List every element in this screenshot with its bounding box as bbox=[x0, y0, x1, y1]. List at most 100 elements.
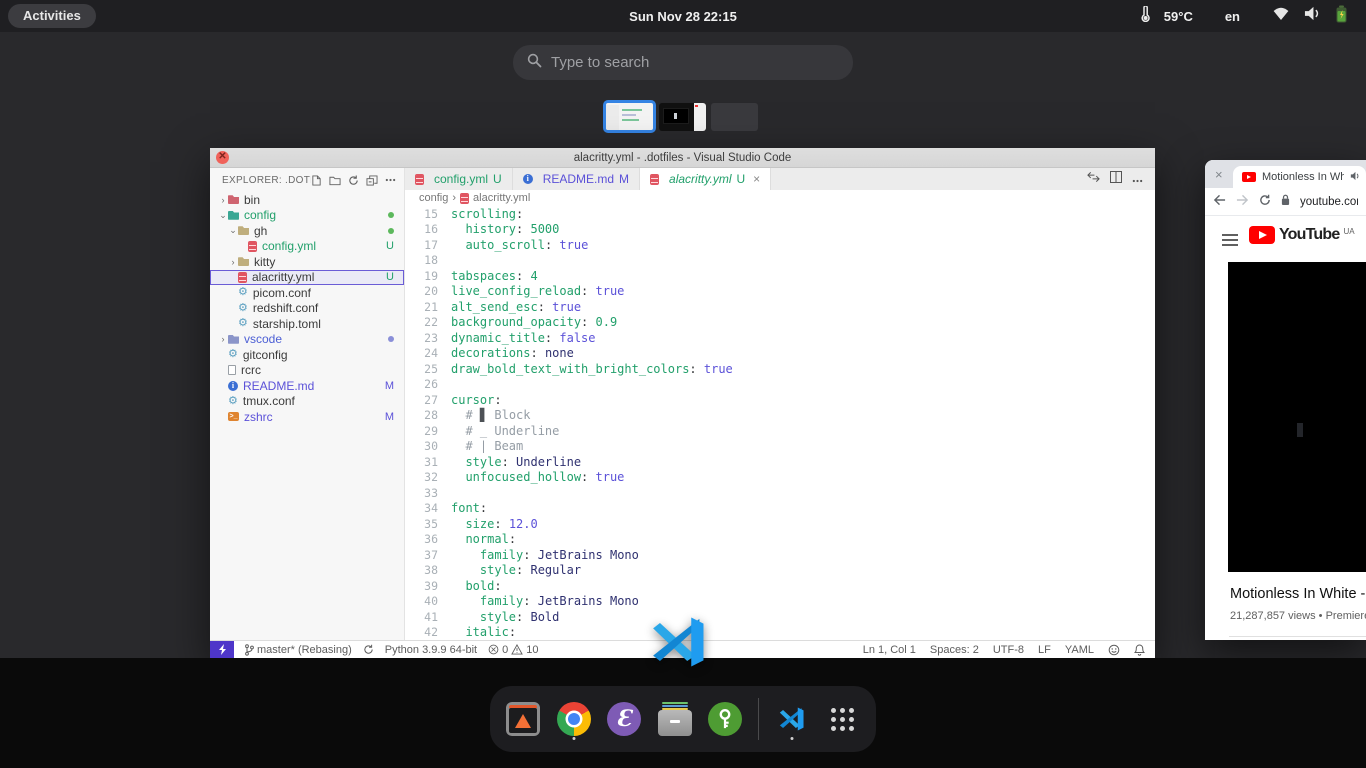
code-line: 15scrolling: bbox=[405, 206, 1155, 222]
tree-item-picom.conf[interactable]: ⚙picom.conf bbox=[210, 285, 404, 301]
dock-item-alacritty[interactable] bbox=[506, 697, 540, 741]
tree-item-gh[interactable]: ⌄gh bbox=[210, 223, 404, 239]
tree-item-alacritty.yml[interactable]: alacritty.ymlU bbox=[210, 270, 404, 286]
tree-item-tmux.conf[interactable]: ⚙tmux.conf bbox=[210, 394, 404, 410]
tree-item-zshrc[interactable]: >_zshrcM bbox=[210, 409, 404, 425]
close-tab-icon[interactable]: × bbox=[753, 172, 760, 186]
code-text: dynamic_title: false bbox=[451, 331, 596, 345]
code-line: 35 size: 12.0 bbox=[405, 516, 1155, 532]
lock-icon[interactable] bbox=[1281, 193, 1290, 211]
breadcrumb-file[interactable]: alacritty.yml bbox=[473, 192, 530, 204]
refresh-icon[interactable] bbox=[348, 175, 359, 186]
line-number: 32 bbox=[405, 470, 451, 484]
code-line: 36 normal: bbox=[405, 532, 1155, 548]
warning-icon bbox=[511, 644, 523, 655]
tab-README.md[interactable]: iREADME.mdM bbox=[513, 168, 640, 190]
git-branch-status[interactable]: master* (Rebasing) bbox=[245, 644, 352, 656]
tree-item-starship.toml[interactable]: ⚙starship.toml bbox=[210, 316, 404, 332]
hamburger-menu-icon[interactable] bbox=[1222, 234, 1238, 246]
code-editor[interactable]: 15scrolling:16 history: 500017 auto_scro… bbox=[405, 206, 1155, 640]
tab-label: alacritty.yml bbox=[669, 172, 731, 186]
more-actions-icon[interactable] bbox=[385, 178, 396, 182]
code-text: font: bbox=[451, 501, 487, 515]
browser-tab[interactable]: Motionless In White - / bbox=[1233, 166, 1366, 188]
git-status-badge: M bbox=[385, 380, 394, 392]
code-text: tabspaces: 4 bbox=[451, 269, 538, 283]
chevron-right-icon: › bbox=[218, 195, 228, 205]
line-number: 31 bbox=[405, 455, 451, 469]
tree-item-config[interactable]: ⌄config bbox=[210, 208, 404, 224]
workspace-thumb-decoration bbox=[622, 119, 639, 121]
youtube-logo[interactable]: YouTube UA bbox=[1249, 226, 1355, 244]
chrome-tabstrip: × Motionless In White - / bbox=[1205, 160, 1366, 188]
new-file-icon[interactable] bbox=[311, 175, 322, 186]
tree-item-README.md[interactable]: iREADME.mdM bbox=[210, 378, 404, 394]
forward-icon[interactable] bbox=[1236, 193, 1249, 211]
code-line: 39 bold: bbox=[405, 578, 1155, 594]
gear-icon: ⚙ bbox=[238, 287, 248, 298]
system-tray[interactable]: 59°C en bbox=[1140, 0, 1348, 32]
python-interpreter[interactable]: Python 3.9.9 64-bit bbox=[385, 644, 477, 656]
remote-indicator[interactable] bbox=[210, 641, 234, 658]
indentation-status[interactable]: Spaces: 2 bbox=[930, 644, 979, 656]
vscode-titlebar[interactable]: ✕ alacritty.yml - .dotfiles - Visual Stu… bbox=[210, 148, 1155, 168]
line-number: 21 bbox=[405, 300, 451, 314]
code-text: style: Underline bbox=[451, 455, 581, 469]
dock-item-app-grid[interactable] bbox=[826, 697, 860, 741]
tab-config.yml[interactable]: config.ymlU bbox=[405, 168, 513, 190]
problems-status[interactable]: 0 10 bbox=[488, 644, 538, 656]
dock-item-files[interactable] bbox=[657, 697, 691, 741]
workspace-thumbnail-active[interactable] bbox=[603, 100, 656, 133]
code-line: 30 # | Beam bbox=[405, 439, 1155, 455]
code-text: # ▋ Block bbox=[451, 408, 531, 422]
bell-icon[interactable] bbox=[1134, 644, 1145, 656]
dock-item-emacs[interactable]: Ɛ bbox=[607, 697, 641, 741]
breadcrumb-folder[interactable]: config bbox=[419, 192, 448, 204]
tree-item-vscode[interactable]: ›vscode bbox=[210, 332, 404, 348]
dock-item-chrome[interactable] bbox=[556, 697, 590, 741]
tree-item-rcrc[interactable]: rcrc bbox=[210, 363, 404, 379]
feedback-icon[interactable] bbox=[1108, 644, 1120, 656]
code-text: scrolling: bbox=[451, 207, 523, 221]
gear-icon: ⚙ bbox=[238, 318, 248, 329]
tab-close-icon[interactable]: × bbox=[1215, 167, 1223, 182]
open-changes-icon[interactable] bbox=[1087, 170, 1100, 188]
line-number: 25 bbox=[405, 362, 451, 376]
language-mode[interactable]: YAML bbox=[1065, 644, 1094, 656]
code-line: 37 family: JetBrains Mono bbox=[405, 547, 1155, 563]
tree-item-config.yml[interactable]: config.ymlU bbox=[210, 239, 404, 255]
cursor-position[interactable]: Ln 1, Col 1 bbox=[863, 644, 916, 656]
code-line: 24decorations: none bbox=[405, 346, 1155, 362]
chevron-right-icon: › bbox=[228, 257, 238, 267]
tab-audio-icon[interactable] bbox=[1350, 168, 1360, 186]
address-bar[interactable]: youtube.com/wa bbox=[1300, 196, 1358, 208]
new-folder-icon[interactable] bbox=[329, 175, 341, 186]
search-input[interactable]: Type to search bbox=[513, 45, 853, 80]
tree-item-bin[interactable]: ›bin bbox=[210, 192, 404, 208]
window-close-button[interactable]: ✕ bbox=[216, 151, 229, 164]
code-line: 27cursor: bbox=[405, 392, 1155, 408]
dock-item-keepassxc[interactable] bbox=[708, 697, 742, 741]
collapse-folders-icon[interactable] bbox=[366, 175, 378, 186]
video-player[interactable] bbox=[1228, 262, 1366, 572]
keyboard-layout[interactable]: en bbox=[1225, 9, 1240, 24]
workspace-thumbnail-3[interactable] bbox=[711, 103, 758, 131]
reload-icon[interactable] bbox=[1259, 193, 1271, 211]
code-line: 16 history: 5000 bbox=[405, 222, 1155, 238]
sync-icon[interactable] bbox=[363, 644, 374, 655]
dock-item-vscode[interactable] bbox=[775, 697, 809, 741]
more-actions-icon[interactable] bbox=[1132, 170, 1143, 188]
breadcrumb[interactable]: config › alacritty.yml bbox=[405, 190, 1155, 206]
workspace-thumbnail-2[interactable] bbox=[659, 103, 706, 131]
line-number: 22 bbox=[405, 315, 451, 329]
encoding-status[interactable]: UTF-8 bbox=[993, 644, 1024, 656]
back-icon[interactable] bbox=[1213, 193, 1226, 211]
tree-item-kitty[interactable]: ›kitty bbox=[210, 254, 404, 270]
split-editor-icon[interactable] bbox=[1110, 170, 1122, 188]
tree-item-redshift.conf[interactable]: ⚙redshift.conf bbox=[210, 301, 404, 317]
git-status-badge: U bbox=[386, 240, 394, 252]
tab-alacritty.yml[interactable]: alacritty.ymlU× bbox=[640, 168, 771, 190]
eol-status[interactable]: LF bbox=[1038, 644, 1051, 656]
tree-item-gitconfig[interactable]: ⚙gitconfig bbox=[210, 347, 404, 363]
breadcrumb-separator: › bbox=[452, 192, 456, 204]
